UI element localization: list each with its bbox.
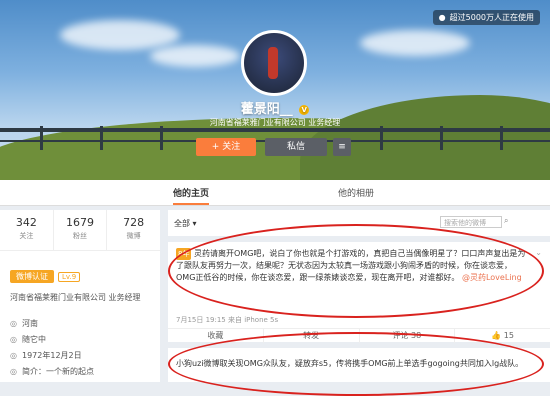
intro-icon: ◎ bbox=[10, 367, 17, 376]
profile-tabs: 他的主页 他的相册 bbox=[0, 180, 550, 206]
verification-badge[interactable]: 微博认证 bbox=[10, 270, 54, 283]
level-badge[interactable]: Lv.9 bbox=[58, 271, 81, 282]
sign-icon: ◎ bbox=[10, 335, 17, 344]
birthday-icon: ◎ bbox=[10, 351, 17, 360]
mention-link[interactable]: @灵药LoveLing bbox=[462, 273, 522, 282]
post-meta: 7月15日 19:15 来自 iPhone 5s bbox=[176, 316, 279, 324]
profile-sidebar: 342 关注 1679 粉丝 728 微博 微博认证 Lv.9 河南省福莱雅门业… bbox=[0, 210, 160, 382]
thumb-up-icon: 👍 bbox=[491, 331, 502, 340]
menu-icon[interactable]: ≡ bbox=[333, 138, 351, 156]
profile-cover: ● 超过5000万人正在使用 藿景阳__ V 河南省福莱雅门业有限公司 业务经理… bbox=[0, 0, 550, 180]
info-location: ◎ 河南 bbox=[10, 319, 38, 328]
info-intro: ◎ 简介：一个新的起点 bbox=[10, 367, 94, 376]
like-button[interactable]: 👍 15 bbox=[455, 329, 550, 343]
stat-posts[interactable]: 728 微博 bbox=[107, 210, 160, 250]
feed-filter-bar: 全部 ▾ 搜索他的微博 ⌕ bbox=[168, 210, 550, 236]
user-count-badge: ● 超过5000万人正在使用 bbox=[432, 10, 540, 25]
message-button[interactable]: 私信 bbox=[265, 138, 327, 156]
post-text: 小狗uzi微博取关现OMG众队友，疑放弃s5，传将携手OMG前上单选手gogoi… bbox=[176, 359, 524, 368]
post-card: 8年 灵药请离开OMG吧，说白了你也就是个打游戏的，真把自己当偶像明星了？口口声… bbox=[168, 242, 550, 343]
favorite-button[interactable]: 收藏 bbox=[168, 329, 264, 343]
search-input[interactable]: 搜索他的微博 bbox=[440, 216, 502, 228]
post-actions: 收藏 转发 评论 38 👍 15 bbox=[168, 328, 550, 343]
weibo-icon: ● bbox=[438, 13, 446, 22]
stat-followers[interactable]: 1679 粉丝 bbox=[54, 210, 108, 250]
follow-button[interactable]: + 关注 bbox=[196, 138, 256, 156]
verification-row: 微博认证 Lv.9 bbox=[10, 270, 81, 283]
year-badge: 8年 bbox=[176, 248, 192, 260]
profile-company: 河南省福莱雅门业有限公司 业务经理 bbox=[209, 118, 341, 127]
stat-following[interactable]: 342 关注 bbox=[0, 210, 54, 250]
comment-button[interactable]: 评论 38 bbox=[360, 329, 456, 343]
info-job: 河南省福莱雅门业有限公司 业务经理 bbox=[10, 293, 141, 302]
chevron-down-icon[interactable]: ⌄ bbox=[535, 248, 542, 257]
profile-stats: 342 关注 1679 粉丝 728 微博 bbox=[0, 210, 160, 251]
avatar[interactable] bbox=[241, 30, 307, 96]
info-birthday: ◎ 1972年12月2日 bbox=[10, 351, 82, 360]
search-icon[interactable]: ⌕ bbox=[504, 216, 514, 228]
location-icon: ◎ bbox=[10, 319, 17, 328]
info-sign: ◎ 随它中 bbox=[10, 335, 46, 344]
filter-all[interactable]: 全部 ▾ bbox=[174, 218, 197, 229]
feed: 全部 ▾ 搜索他的微博 ⌕ 8年 灵药请离开OMG吧，说白了你也就是个打游戏的，… bbox=[168, 210, 550, 382]
fence bbox=[0, 128, 550, 132]
repost-button[interactable]: 转发 bbox=[264, 329, 360, 343]
profile-name: 藿景阳__ V bbox=[0, 98, 550, 117]
tab-album[interactable]: 他的相册 bbox=[338, 186, 374, 199]
post-text: 8年 灵药请离开OMG吧，说白了你也就是个打游戏的，真把自己当偶像明星了？口口声… bbox=[176, 248, 526, 282]
tab-home[interactable]: 他的主页 bbox=[173, 186, 210, 205]
verified-icon: V bbox=[299, 104, 310, 115]
post-card: 小狗uzi微博取关现OMG众队友，疑放弃s5，传将携手OMG前上单选手gogoi… bbox=[168, 348, 550, 382]
